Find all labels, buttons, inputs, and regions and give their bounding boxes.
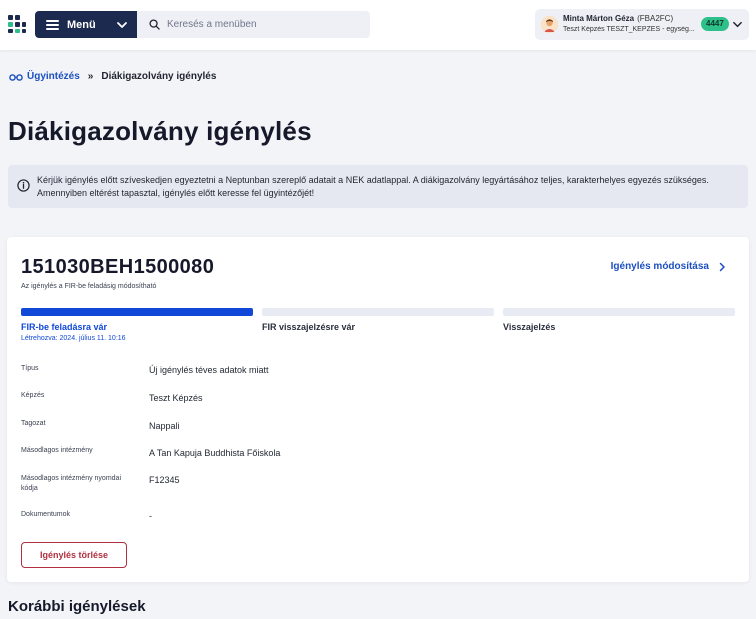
info-text: Kérjük igénylés előtt szíveskedjen egyez… <box>37 175 709 198</box>
chevron-down-icon <box>733 21 742 28</box>
user-menu[interactable]: Minta Márton Géza (FBA2FC) Teszt Képzés T… <box>535 9 749 40</box>
app-logo-icon[interactable] <box>7 14 27 34</box>
breadcrumb-current: Diákigazolvány igénylés <box>101 71 217 82</box>
user-code: (FBA2FC) <box>637 14 674 23</box>
menu-button-label: Menü <box>67 18 96 31</box>
field-value: - <box>149 511 152 521</box>
user-name: Minta Márton Géza (FBA2FC) <box>563 14 674 23</box>
field-value: Teszt Képzés <box>149 393 203 403</box>
field-value: Új igénylés téves adatok miatt <box>149 365 269 375</box>
field-value: A Tan Kapuja Buddhista Főiskola <box>149 448 281 458</box>
modify-request-label: Igénylés módosítása <box>610 261 709 272</box>
previous-requests-title: Korábbi igénylések <box>8 598 146 615</box>
request-note: Az igénylés a FIR-be feladásig módosítha… <box>21 283 157 290</box>
notification-badge: 4447 <box>701 17 729 31</box>
breadcrumb-separator: » <box>87 71 94 82</box>
progress-step-1 <box>21 308 253 316</box>
status-progress <box>21 308 735 316</box>
chevron-right-icon <box>719 262 725 271</box>
field-label: Tagozat <box>21 420 46 427</box>
progress-step-3 <box>503 308 735 316</box>
top-bar: Menü Minta Márton Géza(FBA2FC) Teszt Kép… <box>0 0 756 50</box>
field-label: Képzés <box>21 392 45 399</box>
field-value: F12345 <box>149 475 180 485</box>
step-label-3: Visszajelzés <box>503 322 556 332</box>
modify-request-link[interactable]: Igénylés módosítása <box>611 261 727 272</box>
search-input[interactable] <box>167 19 357 30</box>
step-label-1: FIR-be feladásra vár <box>21 322 108 332</box>
request-card: 151030BEH1500080 Az igénylés a FIR-be fe… <box>7 237 749 582</box>
user-subtitle: Teszt Képzés TESZT_KEPZES - egység... <box>563 26 695 33</box>
page-title: Diákigazolvány igénylés <box>8 116 312 146</box>
hamburger-icon <box>46 19 59 30</box>
field-label: Másodlagos intézmény nyomdai kódja <box>21 475 121 492</box>
progress-step-2 <box>262 308 494 316</box>
request-id: 151030BEH1500080 <box>21 256 215 278</box>
info-icon <box>17 179 30 192</box>
field-value: Nappali <box>149 421 180 431</box>
info-notice: Kérjük igénylés előtt szíveskedjen egyez… <box>8 165 748 208</box>
field-label: Dokumentumok <box>21 511 71 518</box>
avatar <box>541 16 558 33</box>
user-avatar-icon <box>541 16 558 33</box>
search-icon <box>149 19 160 30</box>
breadcrumb-link-ugyintezes[interactable]: Ügyintézés <box>27 71 80 82</box>
breadcrumb: Ügyintézés » Diákigazolvány igénylés <box>9 71 216 82</box>
chevron-down-icon <box>117 22 127 28</box>
glasses-icon <box>9 73 23 81</box>
menu-search <box>137 11 370 38</box>
menu-button[interactable]: Menü <box>35 11 137 38</box>
field-label: Másodlagos intézmény <box>21 447 93 454</box>
delete-request-button[interactable]: Igénylés törlése <box>21 542 127 568</box>
created-date: Létrehozva: 2024. július 11. 10:16 <box>21 335 126 342</box>
step-label-2: FIR visszajelzésre vár <box>262 322 356 332</box>
field-label: Típus <box>21 365 39 372</box>
